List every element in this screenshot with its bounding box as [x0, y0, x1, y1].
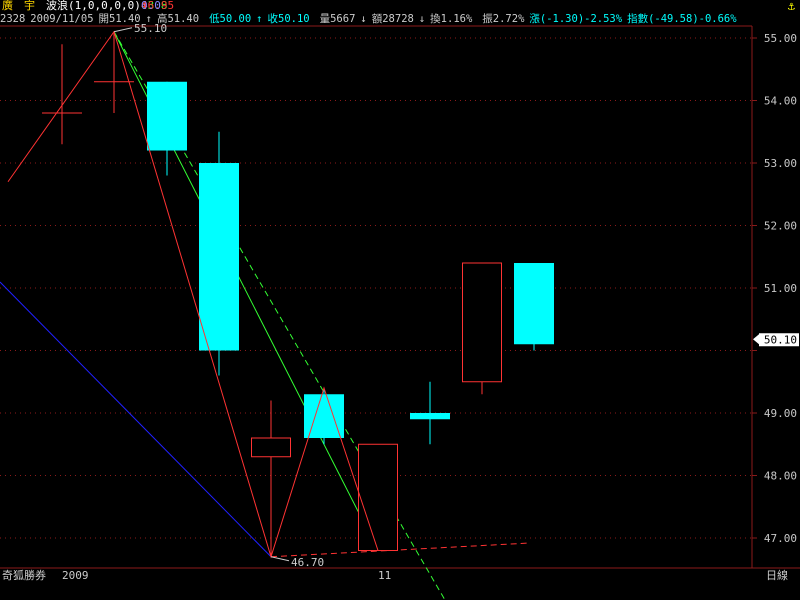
- low-label-leader: [270, 556, 290, 562]
- candlesticks: [42, 31, 554, 557]
- quote-date: 2009/11/05: [30, 13, 94, 25]
- quote-volume-arrow: ↓: [360, 13, 367, 25]
- candle-body: [199, 163, 239, 351]
- candle: [304, 388, 344, 445]
- indicator-value-3: 0.0: [141, 0, 161, 12]
- stock-code: 2328: [0, 13, 26, 25]
- y-tick-label: 47.00: [764, 532, 797, 545]
- quote-amount: 額28728: [371, 13, 414, 25]
- quote-low-arrow: ↑: [256, 13, 263, 25]
- y-tick-label: 48.00: [764, 470, 797, 483]
- quote-high: 高51.40: [156, 13, 200, 25]
- support-line-red: [270, 542, 531, 558]
- chart-canvas: 55.1046.70 55.0054.0053.0052.0051.0049.0…: [0, 22, 800, 600]
- date-axis-bar: 奇狐勝券 2009 11 日線: [0, 569, 800, 600]
- price-grid: [0, 25, 800, 569]
- y-tick-label: 53.00: [764, 157, 797, 170]
- y-tick-label: 54.00: [764, 95, 797, 108]
- quote-amplitude: 振2.72%: [482, 13, 525, 25]
- quote-low: 低50.00: [209, 13, 252, 25]
- y-tick-label: 52.00: [764, 220, 797, 233]
- y-tick-label: 55.00: [764, 32, 797, 45]
- price-axis: 55.00 54.00 53.00 52.00 51.00 49.00 48.00 47.00…: [753, 32, 799, 545]
- quote-amount-arrow: ↓: [418, 13, 426, 25]
- trend-lines: [0, 31, 531, 600]
- quote-open: 開51.40: [98, 13, 141, 25]
- current-price-pointer: [753, 334, 759, 345]
- quote-open-arrow: ↑: [145, 13, 152, 25]
- candle: [358, 443, 398, 551]
- candle: [410, 381, 450, 445]
- candle: [251, 400, 291, 557]
- broker-name: 奇狐勝券: [2, 569, 46, 582]
- current-price-label: 50.10: [764, 333, 797, 346]
- candle: [199, 131, 239, 376]
- quote-change: 漲(-1.30)-2.53%: [529, 13, 623, 25]
- indicator-name[interactable]: 波浪(1,0,0,0,0): [46, 0, 141, 12]
- anchor-icon[interactable]: ⚓: [788, 0, 795, 12]
- low-label: 46.70: [291, 556, 324, 569]
- candle: [462, 262, 502, 395]
- year-label: 2009: [62, 569, 89, 582]
- quote-bar: 2328 2009/11/05 開51.40 ↑ 高51.40 低50.00 ↑ 收50.10…: [0, 13, 760, 26]
- quote-volume: 量5667: [319, 13, 356, 25]
- title-bar: 廣 宇 波浪(1,0,0,0,0) 43.8 ↓ 46.95 ↑ 0.0 ⚓: [0, 0, 800, 12]
- period-label[interactable]: 日線: [766, 569, 788, 583]
- candle-body: [462, 262, 502, 383]
- candle: [514, 263, 554, 351]
- candle-body: [147, 81, 187, 151]
- quote-close: 收50.10: [267, 13, 310, 25]
- stock-name[interactable]: 廣 宇: [2, 0, 35, 12]
- candle-body: [410, 413, 450, 420]
- candle-body: [514, 263, 554, 345]
- quote-turnover: 換1.16%: [430, 13, 473, 25]
- y-tick-label: 49.00: [764, 407, 797, 420]
- candle-body: [251, 437, 291, 458]
- y-tick-label: 51.00: [764, 282, 797, 295]
- high-label-leader: [113, 27, 133, 33]
- candle-body: [358, 443, 398, 551]
- month-label: 11: [378, 569, 392, 582]
- candle: [42, 44, 82, 145]
- quote-index: 指數(-49.58)-0.66%: [627, 13, 737, 25]
